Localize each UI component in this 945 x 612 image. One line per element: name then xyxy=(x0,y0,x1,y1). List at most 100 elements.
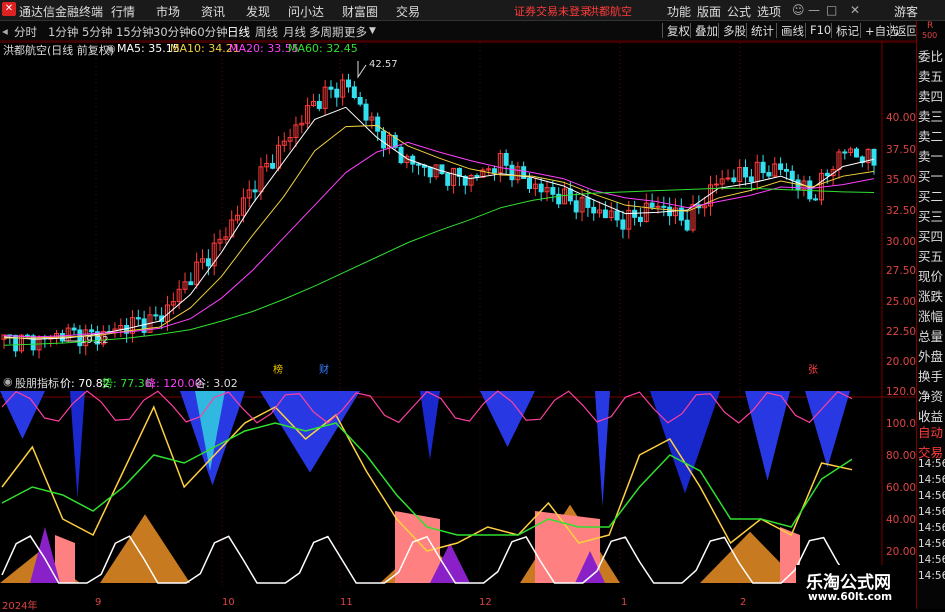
event-mark-cai[interactable]: 财 xyxy=(319,361,329,376)
quote-field-label: 净资 xyxy=(918,389,944,404)
date-tick: 2024年 xyxy=(2,601,38,612)
period-15min[interactable]: 15分钟 xyxy=(116,24,154,40)
period-more[interactable]: 更多 xyxy=(344,24,367,40)
candle-body xyxy=(766,172,772,177)
candle-body xyxy=(649,202,655,208)
date-tick: 11 xyxy=(340,597,353,608)
quote-field-label: 卖三 xyxy=(918,109,944,124)
ma5-line xyxy=(3,106,875,340)
maximize-icon[interactable]: □ xyxy=(826,3,837,17)
price-tick: 40.00 xyxy=(886,112,917,124)
candle-body xyxy=(655,205,661,208)
quote-field-label[interactable]: 自动 xyxy=(918,422,943,441)
quote-field-label: 涨跌 xyxy=(918,289,944,304)
menu-jiaoyi[interactable]: 交易 xyxy=(396,3,420,20)
menu-caifuquan[interactable]: 财富圈 xyxy=(342,3,378,20)
period-weekly[interactable]: 周线 xyxy=(255,24,278,40)
guest-label[interactable]: 游客 xyxy=(894,3,918,20)
candle-body xyxy=(871,148,877,166)
menu-zixun[interactable]: 资讯 xyxy=(201,3,225,20)
price-tick: 32.50 xyxy=(886,205,917,217)
kline-chart[interactable] xyxy=(0,41,916,398)
trade-login-status[interactable]: 证券交易未登录 xyxy=(514,3,591,19)
candle-body xyxy=(334,88,340,98)
period-daily[interactable]: 日线 xyxy=(227,24,250,40)
quote-field-label: 卖四 xyxy=(918,89,944,104)
indicator-chart[interactable] xyxy=(0,389,916,587)
date-tick: 12 xyxy=(479,597,492,608)
period-5min[interactable]: 5分钟 xyxy=(82,24,112,40)
menu-shichang[interactable]: 市场 xyxy=(156,3,180,20)
watermark-title: 乐淘公式网 xyxy=(806,573,891,593)
tool-biaoji[interactable]: 标记 xyxy=(831,23,859,38)
indicator-tick: 120.0 xyxy=(886,386,917,398)
candle-body xyxy=(760,161,766,174)
tool-duogu[interactable]: 多股 xyxy=(718,23,746,38)
candle-body xyxy=(725,177,731,180)
candle-body xyxy=(620,219,626,230)
date-tick: 2 xyxy=(740,597,747,608)
peak-zone-fill xyxy=(420,391,440,460)
tool-huaxian[interactable]: 画线 xyxy=(776,23,804,38)
candle-body xyxy=(445,173,451,186)
quote-field-label: 换手 xyxy=(918,369,944,384)
candle-body xyxy=(591,206,597,214)
quote-field-label: 买四 xyxy=(918,229,944,244)
price-tick: 37.50 xyxy=(886,144,917,156)
candle-body xyxy=(684,219,690,231)
period-multi[interactable]: 多周期 xyxy=(309,24,344,40)
tool-fuquan[interactable]: 复权 xyxy=(662,23,690,38)
menu-hangqing[interactable]: 行情 xyxy=(111,3,135,20)
minimize-icon[interactable]: — xyxy=(808,3,820,17)
low-price-annotation: 19.22 xyxy=(80,335,109,346)
user-icon[interactable]: ☺ xyxy=(792,3,805,17)
period-toolbar: ◂ 分时 1分钟 5分钟 15分钟 30分钟 60分钟 日线 周线 月线 多周期… xyxy=(0,21,918,41)
price-tick: 22.50 xyxy=(886,326,917,338)
chevron-down-icon[interactable]: ▼ xyxy=(369,26,376,36)
high-price-annotation: 42.57 xyxy=(369,59,398,70)
current-stock-name: 洪都航空 xyxy=(588,5,632,18)
close-icon[interactable]: ✕ xyxy=(850,3,860,17)
menu-faxian[interactable]: 发现 xyxy=(246,3,270,20)
candle-body xyxy=(381,130,387,149)
app-logo-icon: ✕ xyxy=(2,2,16,16)
menu-xuanxiang[interactable]: 选项 xyxy=(757,3,781,20)
menu-banmian[interactable]: 版面 xyxy=(697,3,721,20)
candle-body xyxy=(439,164,445,175)
candle-body xyxy=(252,189,258,193)
date-tick: 10 xyxy=(222,597,235,608)
indicator-tick: 40.00 xyxy=(886,514,917,526)
menu-gongneng[interactable]: 功能 xyxy=(667,3,691,20)
candle-body xyxy=(270,162,276,169)
candle-body xyxy=(678,207,684,221)
event-mark-bang[interactable]: 榜 xyxy=(273,361,283,376)
candle-body xyxy=(135,317,141,320)
candle-body xyxy=(602,209,608,219)
period-fenshi[interactable]: 分时 xyxy=(14,24,37,40)
tool-diejia[interactable]: 叠加 xyxy=(690,23,718,38)
indicator-tick: 80.00 xyxy=(886,450,917,462)
period-60min[interactable]: 60分钟 xyxy=(190,24,228,40)
quote-field-label: 买三 xyxy=(918,209,944,224)
candle-body xyxy=(661,205,667,208)
menu-gongshi[interactable]: 公式 xyxy=(727,3,751,20)
period-monthly[interactable]: 月线 xyxy=(283,24,306,40)
quote-field-label: 卖五 xyxy=(918,69,944,84)
panel-r-label: R xyxy=(927,21,934,31)
period-1min[interactable]: 1分钟 xyxy=(48,24,78,40)
candle-body xyxy=(713,183,719,186)
menu-wenxiaoda[interactable]: 问小达 xyxy=(288,3,324,20)
candle-body xyxy=(842,151,848,154)
event-mark-zhang[interactable]: 张 xyxy=(808,361,818,376)
quote-field-label: 涨幅 xyxy=(918,309,944,324)
tool-back[interactable]: 返回 xyxy=(890,23,918,38)
candle-body xyxy=(614,210,620,221)
indicator-tick: 100.0 xyxy=(886,418,917,430)
menu-toggle-icon[interactable]: ◂ xyxy=(2,24,8,38)
tool-f10[interactable]: F10 xyxy=(805,23,831,38)
trade-time-row: 14:56 xyxy=(918,570,945,582)
tool-tongji[interactable]: 统计 xyxy=(746,23,774,38)
period-30min[interactable]: 30分钟 xyxy=(153,24,191,40)
candle-body xyxy=(71,327,77,331)
sub-settings-icon[interactable]: ◉ xyxy=(3,375,13,388)
